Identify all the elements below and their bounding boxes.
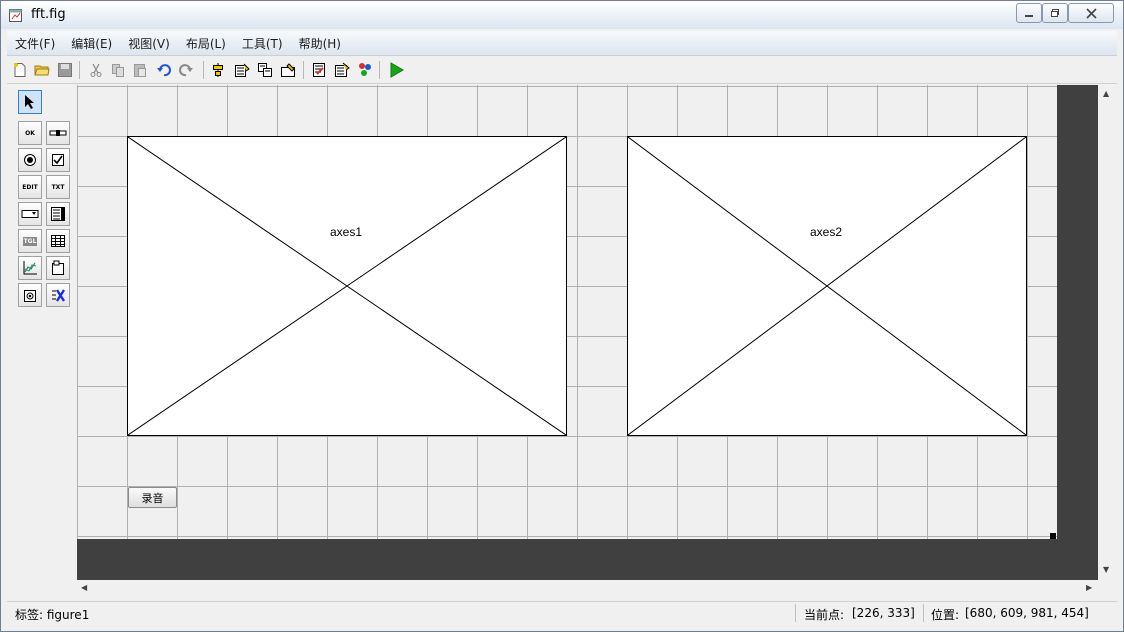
activex-icon[interactable]	[46, 283, 70, 307]
toolbar-editor-icon[interactable]	[279, 61, 297, 79]
status-divider	[795, 604, 796, 622]
run-icon[interactable]	[387, 61, 405, 79]
current-point-value: [226, 333]	[852, 606, 915, 620]
save-icon[interactable]	[56, 61, 74, 79]
undo-icon[interactable]	[155, 61, 173, 79]
editor-icon[interactable]	[310, 61, 328, 79]
cut-icon[interactable]	[87, 61, 105, 79]
close-icon	[1085, 7, 1097, 19]
slider-icon[interactable]	[46, 121, 70, 145]
axes-icon[interactable]	[18, 256, 42, 280]
toolbar-separator	[203, 61, 204, 79]
window-title: fft.fig	[31, 7, 66, 22]
object-browser-icon[interactable]	[356, 61, 374, 79]
record-button[interactable]: 录音	[128, 487, 177, 508]
toggle-button-icon[interactable]: TGL	[18, 229, 42, 253]
axes2[interactable]: axes2	[627, 136, 1027, 436]
open-folder-icon[interactable]	[33, 61, 51, 79]
toolbar-separator	[303, 61, 304, 79]
property-inspector-icon[interactable]	[333, 61, 351, 79]
minimize-button[interactable]	[1016, 3, 1042, 23]
current-point-label: 当前点:	[804, 608, 845, 622]
layout-grid[interactable]: axes1 axes2 录音	[77, 85, 1057, 539]
radio-button-icon[interactable]	[18, 148, 42, 172]
horizontal-scrollbar[interactable]: ◀ ▶	[77, 580, 1098, 597]
scroll-left-icon[interactable]: ◀	[81, 583, 87, 592]
align-objects-icon[interactable]	[209, 61, 227, 79]
toolbar-separator	[379, 61, 380, 79]
axes1-label: axes1	[330, 225, 363, 239]
title-bar[interactable]: fft.fig	[1, 1, 1123, 29]
menu-editor-icon[interactable]	[233, 61, 251, 79]
tab-order-editor-icon[interactable]	[256, 61, 274, 79]
edit-text-icon[interactable]: EDIT	[18, 175, 42, 199]
paste-icon[interactable]	[131, 61, 149, 79]
axes1-placeholder-cross	[128, 137, 566, 435]
table-icon[interactable]	[46, 229, 70, 253]
button-group-icon[interactable]	[18, 283, 42, 307]
axes1[interactable]: axes1	[127, 136, 567, 436]
push-button-icon[interactable]: OK	[18, 121, 42, 145]
position-value: [680, 609, 981, 454]	[965, 606, 1089, 620]
scroll-up-icon[interactable]: ▲	[1103, 89, 1109, 98]
redo-icon[interactable]	[177, 61, 195, 79]
checkbox-icon[interactable]	[46, 148, 70, 172]
restore-icon	[1051, 9, 1059, 17]
static-text-icon[interactable]: TXT	[46, 175, 70, 199]
position-label: 位置:	[931, 608, 960, 622]
close-button[interactable]	[1068, 3, 1114, 23]
maximize-button[interactable]	[1042, 3, 1068, 23]
panel-icon[interactable]	[46, 256, 70, 280]
status-bar: 标签: figure1 当前点: [226, 333] 位置: [680, 60…	[7, 601, 1117, 624]
menu-help[interactable]: 帮助(H)	[291, 35, 349, 52]
minimize-icon	[1025, 15, 1033, 17]
menu-tools[interactable]: 工具(T)	[234, 35, 291, 52]
figure-resize-handle[interactable]	[1050, 533, 1056, 539]
layout-canvas-area: axes1 axes2 录音	[77, 85, 1098, 580]
menu-edit[interactable]: 编辑(E)	[63, 35, 120, 52]
new-file-icon[interactable]	[11, 61, 29, 79]
menu-bar: 文件(F) 编辑(E) 视图(V) 布局(L) 工具(T) 帮助(H)	[7, 31, 1117, 56]
menu-layout[interactable]: 布局(L)	[178, 35, 234, 52]
menu-file[interactable]: 文件(F)	[7, 35, 63, 52]
popup-menu-icon[interactable]	[18, 202, 42, 226]
menu-view[interactable]: 视图(V)	[120, 35, 178, 52]
tag-status: 标签: figure1	[15, 608, 90, 622]
figure-file-icon	[8, 7, 24, 23]
listbox-icon[interactable]	[46, 202, 70, 226]
component-palette: OK EDIT TXT TGL	[15, 87, 75, 317]
copy-icon[interactable]	[109, 61, 127, 79]
toolbar-separator	[79, 61, 80, 79]
scroll-right-icon[interactable]: ▶	[1086, 583, 1092, 592]
select-arrow-icon[interactable]	[18, 90, 42, 114]
status-divider	[923, 604, 924, 622]
toolbar	[7, 57, 1117, 84]
axes2-placeholder-cross	[628, 137, 1026, 435]
vertical-scrollbar[interactable]: ▲ ▼	[1098, 85, 1115, 580]
scroll-down-icon[interactable]: ▼	[1103, 565, 1109, 574]
guide-window: fft.fig 文件(F) 编辑(E) 视图(V) 布局(L) 工具(T) 帮助…	[0, 0, 1124, 632]
axes2-label: axes2	[810, 225, 843, 239]
